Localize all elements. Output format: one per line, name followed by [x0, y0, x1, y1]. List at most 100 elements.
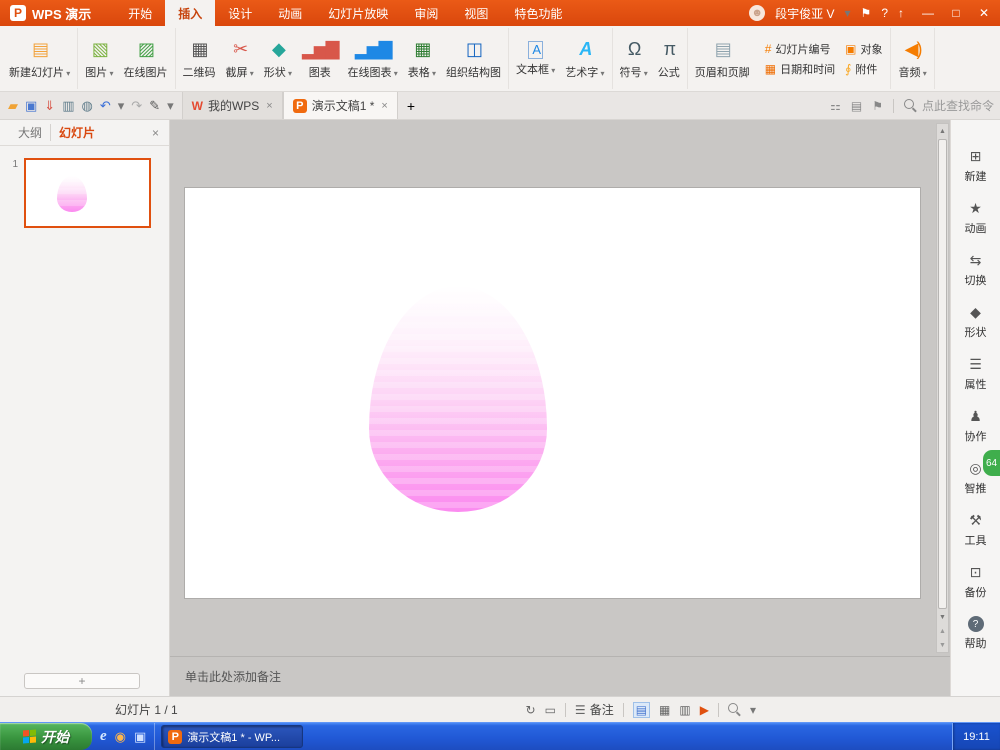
command-search[interactable]: 点此查找命令 [904, 97, 994, 114]
caret-down-icon[interactable] [845, 6, 851, 20]
egg-shape[interactable] [369, 286, 547, 512]
canvas-scrollbar[interactable] [936, 123, 949, 653]
export-pdf-icon[interactable] [44, 98, 55, 114]
menu-tab[interactable]: 视图 [451, 0, 501, 26]
close-tab-icon[interactable] [266, 100, 272, 112]
sidebar-item[interactable]: 新建 [965, 148, 987, 200]
reading-view-icon[interactable] [679, 703, 690, 717]
document-tab[interactable]: 我的WPS [182, 92, 283, 119]
smart-badge[interactable]: 64 [983, 450, 1000, 476]
orgchart-icon [466, 38, 481, 62]
caret-down-icon[interactable] [118, 98, 125, 114]
ribbon-button[interactable]: 附件 [845, 61, 882, 77]
help-icon[interactable] [881, 6, 888, 20]
sorter-view-icon[interactable] [659, 703, 670, 717]
zoom-icon[interactable] [728, 703, 741, 716]
clock[interactable]: 19:11 [963, 731, 990, 743]
ribbon-button[interactable]: 艺术字 [560, 35, 609, 83]
sidebar-item[interactable]: 备份 [965, 564, 987, 616]
sidebar-item[interactable]: 属性 [965, 356, 987, 408]
skin-icon[interactable] [861, 6, 872, 20]
ribbon-button[interactable]: 幻灯片编号 [765, 41, 835, 57]
redo-icon[interactable] [131, 98, 142, 114]
uptop-icon[interactable] [898, 6, 904, 20]
close-panel-icon[interactable] [152, 126, 159, 140]
share-icon[interactable] [830, 99, 841, 113]
ribbon-button[interactable]: 组织结构图 [441, 35, 506, 83]
ribbon-button[interactable]: 页眉和页脚 [690, 35, 755, 83]
notes-bar[interactable]: 单击此处添加备注 [170, 656, 950, 696]
menu-tab[interactable]: 开始 [115, 0, 165, 26]
ribbon-button[interactable]: 表格 [403, 35, 441, 83]
print-icon[interactable] [62, 98, 74, 114]
panel-tab[interactable]: 大纲 [10, 124, 50, 141]
notes-toggle[interactable]: 备注 [575, 701, 614, 718]
menu-tab[interactable]: 审阅 [401, 0, 451, 26]
pen-icon[interactable] [149, 98, 160, 114]
ribbon-button[interactable]: 在线图片 [119, 35, 173, 83]
close-icon[interactable] [970, 0, 998, 26]
maximize-icon[interactable] [942, 0, 970, 26]
add-slide-button[interactable]: + [24, 673, 140, 689]
new-tab-button[interactable]: + [398, 92, 424, 119]
ribbon-button-label: 在线图片 [124, 64, 168, 80]
scrollbar-thumb[interactable] [938, 139, 947, 609]
ribbon-button[interactable]: 新建幻灯片 [4, 35, 75, 83]
taskbar-task-button[interactable]: 演示文稿1 * - WP... [161, 725, 303, 748]
sync-icon[interactable] [526, 703, 536, 717]
caret-down-icon[interactable] [750, 703, 756, 717]
ribbon-button[interactable]: 图片 [80, 35, 118, 83]
minimize-icon[interactable] [914, 0, 942, 26]
flag-icon[interactable] [872, 99, 883, 113]
save-icon[interactable] [25, 98, 37, 114]
ribbon-button[interactable]: 图表 [297, 35, 343, 83]
menu-tab[interactable]: 插入 [165, 0, 215, 26]
print-preview-icon[interactable] [82, 98, 93, 114]
scroll-up-icon[interactable] [937, 124, 948, 138]
screen-icon[interactable] [545, 703, 556, 717]
slide-canvas[interactable] [185, 188, 920, 598]
user-name[interactable]: 段宇俊亚 V [775, 5, 834, 22]
sidebar-item[interactable]: 动画 [965, 200, 987, 252]
ribbon-button[interactable]: 对象 [845, 41, 882, 57]
prev-slide-icon[interactable] [937, 624, 948, 638]
caret-down-icon[interactable] [167, 98, 174, 114]
ribbon-button[interactable]: 公式 [653, 35, 685, 83]
ie-icon[interactable] [100, 728, 107, 745]
divider [893, 99, 894, 113]
ribbon-button-label: 页眉和页脚 [695, 64, 750, 80]
menu-tab[interactable]: 幻灯片放映 [315, 0, 401, 26]
play-icon[interactable] [700, 703, 709, 717]
ribbon-button[interactable]: 在线图表 [343, 35, 403, 83]
menu-tab[interactable]: 特色功能 [501, 0, 575, 26]
panel-icon[interactable] [851, 99, 862, 113]
start-button[interactable]: 开始 [0, 723, 92, 750]
folder-open-icon[interactable] [8, 98, 18, 114]
menu-tab[interactable]: 设计 [215, 0, 265, 26]
ribbon-button[interactable]: 符号 [615, 35, 653, 83]
ribbon-button[interactable]: 音频 [893, 35, 931, 83]
next-slide-icon[interactable] [937, 638, 948, 652]
normal-view-icon[interactable] [633, 702, 650, 718]
ribbon-button[interactable]: 截屏 [221, 35, 259, 83]
sidebar-item[interactable]: 工具 [965, 512, 987, 564]
explorer-icon[interactable] [134, 729, 146, 745]
sidebar-item[interactable]: 协作 [965, 408, 987, 460]
menu-tab[interactable]: 动画 [265, 0, 315, 26]
panel-tab-bar: 大纲 幻灯片 [0, 120, 169, 146]
ribbon-button[interactable]: 文本框 [511, 38, 560, 80]
close-tab-icon[interactable] [381, 100, 387, 112]
sidebar-item[interactable]: 形状 [965, 304, 987, 356]
document-tab[interactable]: 演示文稿1 * [283, 92, 398, 119]
media-icon[interactable] [115, 729, 126, 745]
ribbon-button[interactable]: 形状 [259, 35, 297, 83]
sidebar-item[interactable]: 切换 [965, 252, 987, 304]
ribbon-button[interactable]: 二维码 [178, 35, 221, 83]
panel-tab[interactable]: 幻灯片 [50, 124, 103, 141]
ribbon-button-label: 二维码 [183, 64, 216, 80]
undo-icon[interactable] [100, 98, 111, 114]
sidebar-item[interactable]: 帮助 [965, 616, 987, 668]
slide-thumbnail[interactable] [24, 158, 151, 228]
ribbon-button[interactable]: 日期和时间 [765, 61, 835, 77]
scroll-down-icon[interactable] [937, 610, 948, 624]
